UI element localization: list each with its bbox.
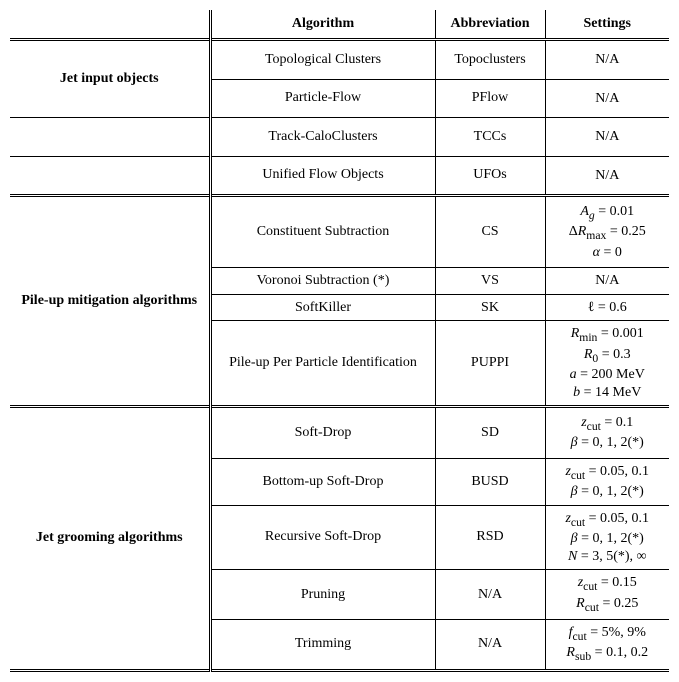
setting-line: α = 0 <box>554 244 662 262</box>
category-jet-input: Jet input objects <box>10 40 210 118</box>
setting-line: N = 3, 5(*), ∞ <box>554 548 662 566</box>
abbr-cell: SD <box>435 407 545 459</box>
settings-cell: Rmin = 0.001 R0 = 0.3 a = 200 MeV b = 14… <box>545 321 669 407</box>
alg-cell: Constituent Subtraction <box>210 196 435 268</box>
settings-cell: N/A <box>545 118 669 157</box>
alg-cell: Topological Clusters <box>210 40 435 80</box>
alg-cell: Unified Flow Objects <box>210 156 435 196</box>
alg-cell: Bottom-up Soft-Drop <box>210 458 435 505</box>
alg-cell: Trimming <box>210 619 435 670</box>
settings-cell: N/A <box>545 268 669 295</box>
abbr-cell: Topoclusters <box>435 40 545 80</box>
abbr-cell: N/A <box>435 619 545 670</box>
setting-line: zcut = 0.15 <box>554 574 662 594</box>
header-blank <box>10 10 210 40</box>
setting-line: zcut = 0.1 <box>554 414 662 434</box>
setting-line: Rcut = 0.25 <box>554 595 662 615</box>
setting-line: ΔRmax = 0.25 <box>554 223 662 243</box>
settings-cell: fcut = 5%, 9% Rsub = 0.1, 0.2 <box>545 619 669 670</box>
abbr-cell: PUPPI <box>435 321 545 407</box>
category-grooming: Jet grooming algorithms <box>10 407 210 671</box>
abbr-cell: VS <box>435 268 545 295</box>
abbr-cell: SK <box>435 294 545 321</box>
header-settings: Settings <box>545 10 669 40</box>
setting-line: Rsub = 0.1, 0.2 <box>554 644 662 664</box>
algorithms-table: Algorithm Abbreviation Settings Jet inpu… <box>10 10 669 672</box>
setting-line: a = 200 MeV <box>554 366 662 384</box>
settings-cell: N/A <box>545 156 669 196</box>
setting-line: β = 0, 1, 2(*) <box>554 483 662 501</box>
abbr-cell: BUSD <box>435 458 545 505</box>
table-row: Pile-up mitigation algorithms Constituen… <box>10 196 669 268</box>
table-row: Track-CaloClusters TCCs N/A <box>10 118 669 157</box>
abbr-cell: CS <box>435 196 545 268</box>
category-pileup: Pile-up mitigation algorithms <box>10 196 210 407</box>
alg-cell: Pruning <box>210 570 435 620</box>
alg-cell: Voronoi Subtraction (*) <box>210 268 435 295</box>
alg-cell: Particle-Flow <box>210 79 435 118</box>
settings-cell: N/A <box>545 40 669 80</box>
header-abbreviation: Abbreviation <box>435 10 545 40</box>
settings-cell: Ag = 0.01 ΔRmax = 0.25 α = 0 <box>545 196 669 268</box>
abbr-cell: N/A <box>435 570 545 620</box>
abbr-cell: TCCs <box>435 118 545 157</box>
settings-cell: ℓ = 0.6 <box>545 294 669 321</box>
setting-line: β = 0, 1, 2(*) <box>554 434 662 452</box>
alg-cell: SoftKiller <box>210 294 435 321</box>
settings-cell: zcut = 0.05, 0.1 β = 0, 1, 2(*) <box>545 458 669 505</box>
settings-cell: zcut = 0.05, 0.1 β = 0, 1, 2(*) N = 3, 5… <box>545 505 669 569</box>
setting-line: Ag = 0.01 <box>554 203 662 223</box>
table-header-row: Algorithm Abbreviation Settings <box>10 10 669 40</box>
setting-line: β = 0, 1, 2(*) <box>554 530 662 548</box>
alg-cell: Recursive Soft-Drop <box>210 505 435 569</box>
alg-cell: Track-CaloClusters <box>210 118 435 157</box>
alg-cell: Pile-up Per Particle Identification <box>210 321 435 407</box>
settings-cell: zcut = 0.1 β = 0, 1, 2(*) <box>545 407 669 459</box>
header-algorithm: Algorithm <box>210 10 435 40</box>
abbr-cell: PFlow <box>435 79 545 118</box>
setting-line: zcut = 0.05, 0.1 <box>554 463 662 483</box>
setting-line: R0 = 0.3 <box>554 346 662 366</box>
alg-cell: Soft-Drop <box>210 407 435 459</box>
setting-line: zcut = 0.05, 0.1 <box>554 510 662 530</box>
setting-line: fcut = 5%, 9% <box>554 624 662 644</box>
settings-cell: N/A <box>545 79 669 118</box>
table-row: Jet input objects Topological Clusters T… <box>10 40 669 80</box>
abbr-cell: UFOs <box>435 156 545 196</box>
table-row: Jet grooming algorithms Soft-Drop SD zcu… <box>10 407 669 459</box>
settings-cell: zcut = 0.15 Rcut = 0.25 <box>545 570 669 620</box>
abbr-cell: RSD <box>435 505 545 569</box>
setting-line: b = 14 MeV <box>554 384 662 402</box>
table-row: Unified Flow Objects UFOs N/A <box>10 156 669 196</box>
setting-line: Rmin = 0.001 <box>554 325 662 345</box>
